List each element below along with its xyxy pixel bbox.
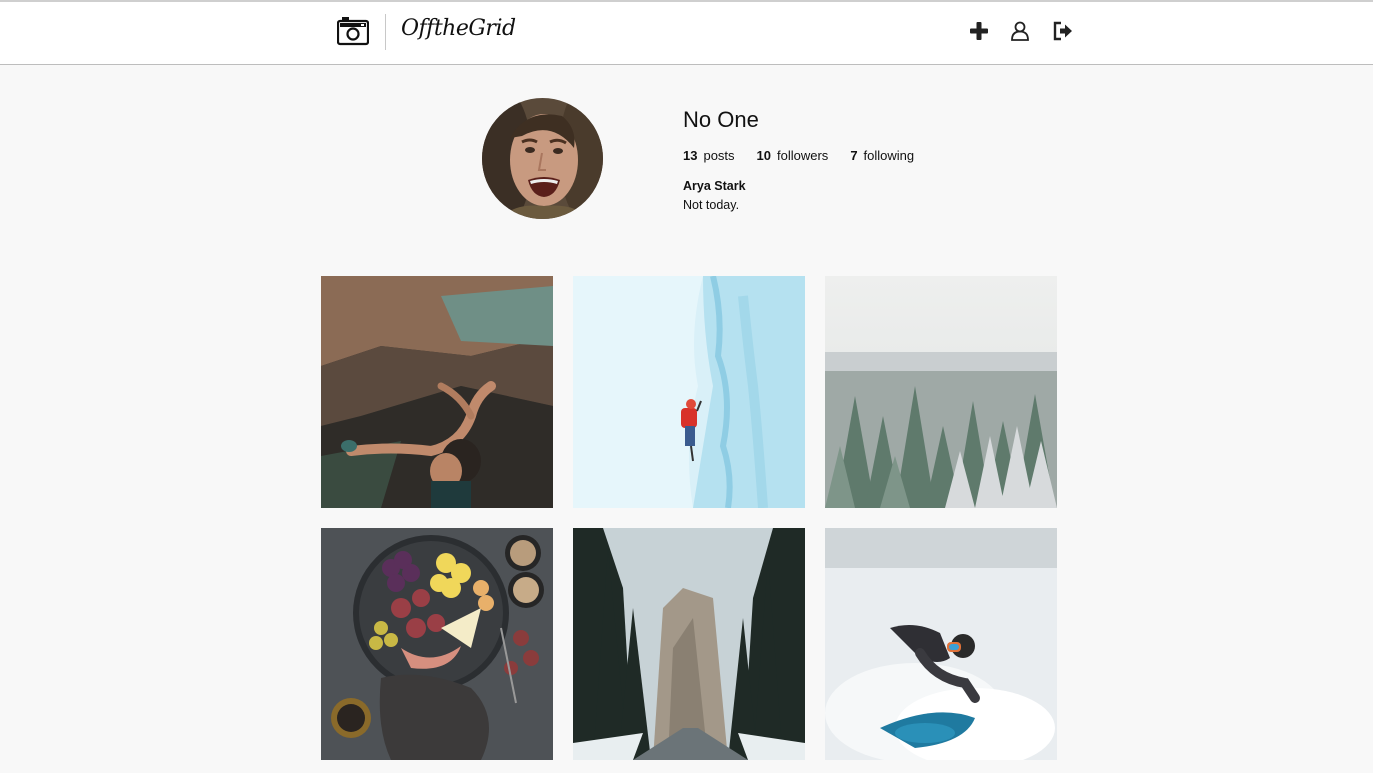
posts-count: 13 [683, 148, 698, 163]
logo-wordmark[interactable]: OfftheGrid [401, 16, 516, 41]
camera-icon[interactable] [337, 16, 369, 46]
post-thumbnail-frosted-forest[interactable] [825, 276, 1057, 508]
following-label: following [863, 148, 915, 163]
post-thumbnail-snowboarder[interactable] [825, 528, 1057, 760]
profile-stats: 13 posts 10 followers 7 following [683, 148, 936, 163]
profile-bio: Not today. [683, 198, 740, 212]
profile-header: No One 13 posts 10 followers 7 following Ar… [0, 66, 1373, 256]
followers-count: 10 [756, 148, 772, 163]
user-icon[interactable] [1009, 20, 1031, 42]
profile-username: No One [683, 107, 759, 132]
post-thumbnail-rock-climber[interactable] [321, 276, 553, 508]
profile-full-name: Arya Stark [683, 179, 746, 193]
posts-stat[interactable]: 13 posts [683, 148, 735, 163]
posts-label: posts [703, 148, 735, 163]
following-stat[interactable]: 7 following [850, 148, 914, 163]
avatar[interactable] [482, 98, 603, 219]
logo-divider [385, 14, 386, 50]
followers-stat[interactable]: 10 followers [757, 148, 829, 163]
post-thumbnail-food-platter[interactable] [321, 528, 553, 760]
followers-label: followers [777, 148, 829, 163]
plus-icon[interactable] [968, 20, 990, 42]
avatar-image [482, 98, 603, 219]
following-count: 7 [850, 148, 858, 163]
post-thumbnail-snowy-road-cliff[interactable] [573, 528, 805, 760]
logout-icon[interactable] [1052, 20, 1074, 42]
top-navbar: OfftheGrid [0, 2, 1373, 65]
post-thumbnail-ice-climber[interactable] [573, 276, 805, 508]
